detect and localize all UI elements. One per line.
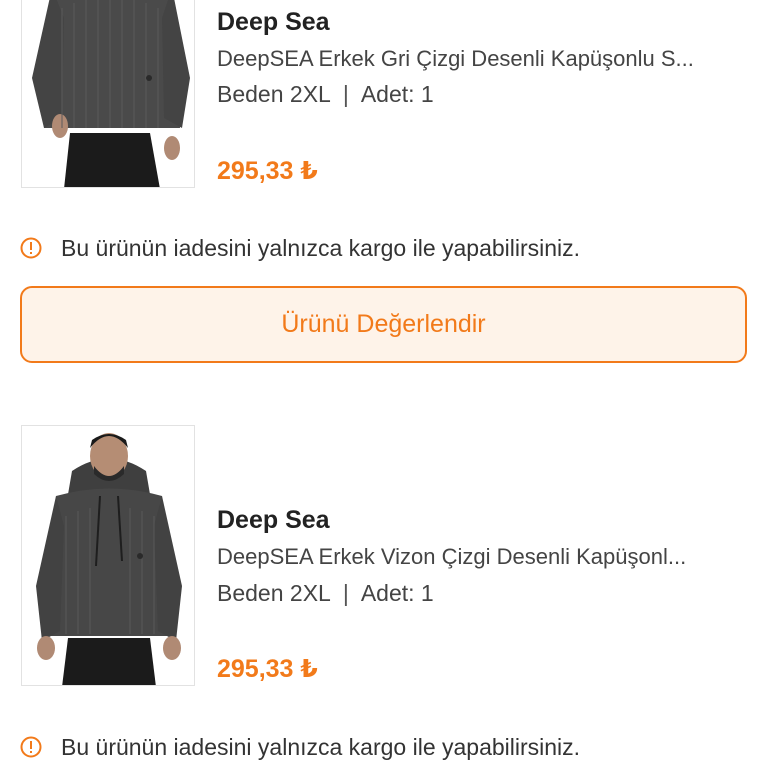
product-meta: Beden 2XL | Adet: 1 (217, 81, 434, 108)
product-image[interactable] (21, 0, 195, 188)
product-size: Beden 2XL (217, 81, 331, 107)
return-notice: Bu ürünün iadesini yalnızca kargo ile ya… (20, 732, 580, 762)
product-title[interactable]: DeepSEA Erkek Gri Çizgi Desenli Kapüşonl… (217, 46, 742, 72)
meta-separator: | (342, 81, 349, 107)
return-notice: Bu ürünün iadesini yalnızca kargo ile ya… (20, 233, 580, 263)
meta-separator: | (342, 580, 349, 606)
product-quantity: Adet: 1 (360, 81, 434, 107)
order-item: Deep Sea DeepSEA Erkek Vizon Çizgi Desen… (0, 380, 768, 768)
product-size: Beden 2XL (217, 580, 331, 606)
product-brand: Deep Sea (217, 506, 330, 534)
product-price: 295,33 ₺ (217, 655, 318, 683)
rate-product-button[interactable]: Ürünü Değerlendir (20, 286, 747, 363)
product-image[interactable] (21, 425, 195, 686)
product-brand: Deep Sea (217, 8, 330, 36)
return-notice-text: Bu ürünün iadesini yalnızca kargo ile ya… (61, 733, 581, 760)
product-quantity: Adet: 1 (360, 580, 434, 606)
product-title[interactable]: DeepSEA Erkek Vizon Çizgi Desenli Kapüşo… (217, 544, 742, 570)
info-circle-icon (20, 237, 42, 259)
sweater-photo-icon (22, 0, 194, 187)
return-notice-text: Bu ürünün iadesini yalnızca kargo ile ya… (61, 234, 581, 261)
product-price: 295,33 ₺ (217, 157, 318, 185)
hoodie-photo-icon (22, 426, 194, 685)
product-meta: Beden 2XL | Adet: 1 (217, 580, 434, 607)
order-item: Deep Sea DeepSEA Erkek Gri Çizgi Desenli… (0, 0, 768, 380)
info-circle-icon (20, 736, 42, 758)
